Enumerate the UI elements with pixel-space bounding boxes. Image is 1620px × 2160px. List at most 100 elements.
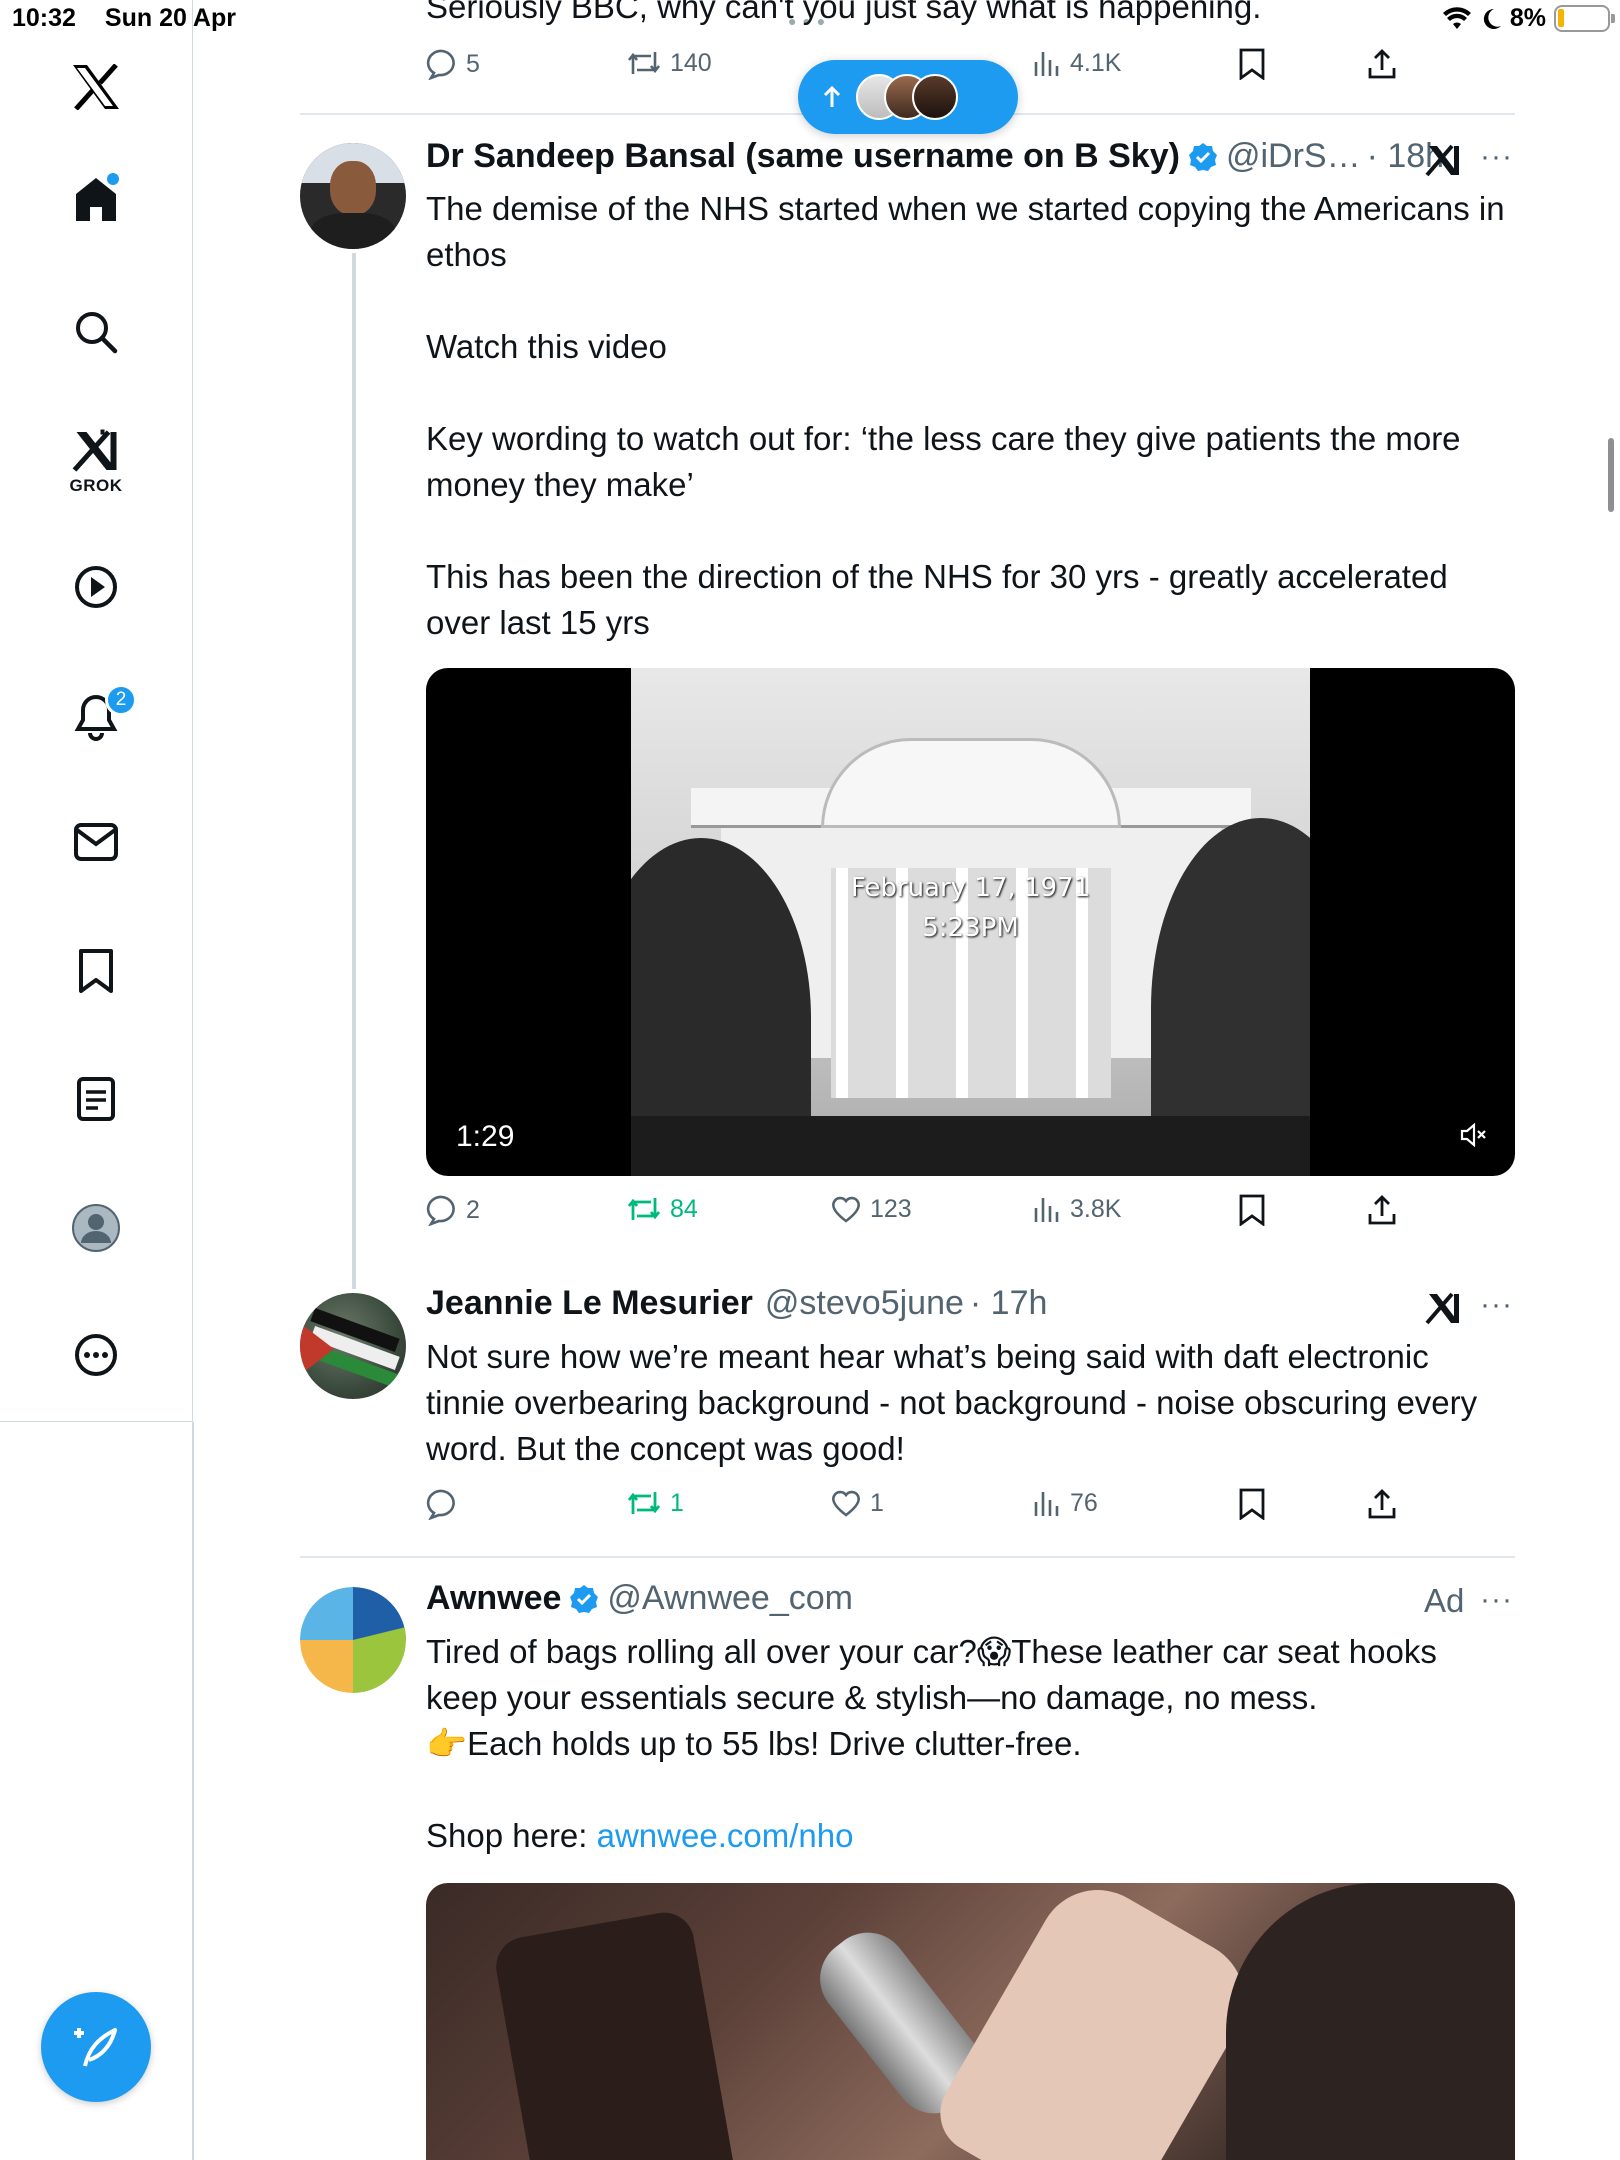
tweet-paragraph: Watch this video: [426, 328, 667, 365]
reply-icon: [426, 49, 455, 80]
caption-time: 5:23PM: [922, 913, 1019, 943]
home-new-dot: [107, 173, 119, 185]
search-icon[interactable]: [74, 310, 118, 354]
avatar[interactable]: [300, 143, 406, 249]
grok-icon[interactable]: [1424, 142, 1462, 178]
moon-icon: [1483, 8, 1501, 29]
more-options-icon[interactable]: ···: [1480, 1583, 1513, 1617]
tweet-body: Tired of bags rolling all over your car?…: [426, 1629, 1516, 1859]
more-options-icon[interactable]: ···: [1480, 1288, 1513, 1322]
shop-prefix: Shop here:: [426, 1817, 597, 1854]
battery-icon: [1554, 5, 1615, 32]
reply-button[interactable]: 2: [426, 1194, 480, 1226]
views-icon: [1034, 52, 1059, 76]
like-button[interactable]: 1: [830, 1488, 884, 1518]
heart-icon: [832, 1196, 860, 1223]
profile-icon[interactable]: [71, 1203, 121, 1253]
like-count: 123: [870, 1194, 912, 1223]
author-name[interactable]: Dr Sandeep Bansal (same username on B Sk…: [426, 137, 1180, 176]
notifications-badge: 2: [105, 684, 137, 716]
retweet-count: 84: [670, 1194, 698, 1223]
avatar[interactable]: [300, 1293, 406, 1399]
verified-icon: [570, 1584, 599, 1613]
bookmark-icon: [1239, 1194, 1265, 1226]
retweet-button[interactable]: 1: [626, 1488, 684, 1518]
video-duration: 1:29: [456, 1120, 515, 1153]
bookmark-icon[interactable]: [77, 948, 115, 994]
views-icon: [1034, 1492, 1059, 1516]
share-button[interactable]: [1366, 1194, 1398, 1226]
compose-icon: [74, 2028, 117, 2067]
retweet-button[interactable]: 140: [626, 48, 712, 78]
divider: [300, 1556, 1515, 1558]
retweet-button[interactable]: 84: [626, 1194, 698, 1224]
tweet-header: Dr Sandeep Bansal (same username on B Sk…: [426, 137, 1444, 176]
ad-video[interactable]: [426, 1883, 1515, 2160]
retweet-icon: [627, 1492, 661, 1514]
more-icon[interactable]: [73, 1332, 119, 1378]
pill-avatar: [912, 74, 958, 120]
grok-icon[interactable]: [1424, 1290, 1462, 1326]
author-name[interactable]: Jeannie Le Mesurier: [426, 1284, 753, 1323]
retweet-icon: [627, 52, 661, 74]
views-count: 3.8K: [1070, 1194, 1122, 1223]
x-logo-icon[interactable]: [71, 64, 121, 110]
mute-icon[interactable]: [1459, 1122, 1489, 1148]
home-icon[interactable]: [73, 173, 119, 223]
bookmark-button[interactable]: [1238, 48, 1266, 80]
like-count: 1: [870, 1488, 884, 1517]
sidebar-border: [192, 1422, 194, 2160]
tweet-paragraph: The demise of the NHS started when we st…: [426, 190, 1505, 273]
tweet-body: Not sure how we’re meant hear what’s bei…: [426, 1338, 1478, 1467]
views-icon: [1034, 1198, 1059, 1222]
author-handle[interactable]: @stevo5june: [765, 1284, 964, 1323]
compose-button[interactable]: [41, 1992, 151, 2102]
tweet-paragraph: This has been the direction of the NHS f…: [426, 558, 1448, 641]
video-icon[interactable]: [73, 564, 119, 610]
sidebar: GROK 2: [0, 0, 193, 1422]
grok-icon[interactable]: GROK: [70, 428, 123, 496]
reply-icon: [426, 1195, 455, 1226]
bookmark-button[interactable]: [1238, 1488, 1266, 1520]
views-button[interactable]: 4.1K: [1032, 48, 1121, 78]
reply-button[interactable]: [426, 1488, 458, 1520]
awnwee-logo-icon: [300, 1587, 406, 1693]
tweet-time[interactable]: · 17h: [970, 1284, 1048, 1323]
status-bar-right: 8%: [1442, 4, 1615, 33]
ad-line: Tired of bags rolling all over your car?…: [426, 1633, 1437, 1716]
tweet-header: Jeannie Le Mesurier @stevo5june · 17h: [426, 1284, 1047, 1323]
heart-icon: [832, 1490, 860, 1517]
thread-line: [352, 253, 356, 1289]
grok-label: GROK: [69, 476, 123, 495]
shop-link[interactable]: awnwee.com/nho: [597, 1817, 854, 1854]
reply-button[interactable]: 5: [426, 48, 480, 80]
views-count: 4.1K: [1070, 48, 1122, 77]
reply-count: 5: [466, 49, 480, 78]
author-handle[interactable]: @iDrS…: [1226, 137, 1361, 176]
video-player[interactable]: February 17, 1971 5:23PM 1:29: [426, 668, 1515, 1176]
arrow-up-icon: [823, 85, 841, 107]
new-posts-pill[interactable]: [798, 60, 1018, 134]
reply-icon: [426, 1489, 455, 1520]
bookmark-button[interactable]: [1238, 1194, 1266, 1226]
share-button[interactable]: [1366, 1488, 1398, 1520]
wifi-icon: [1442, 6, 1471, 29]
bell-icon[interactable]: 2: [73, 684, 137, 742]
mail-icon[interactable]: [73, 822, 119, 862]
avatar[interactable]: [300, 1587, 406, 1693]
like-button[interactable]: 123: [830, 1194, 912, 1224]
share-button[interactable]: [1366, 48, 1398, 80]
video-frame: February 17, 1971 5:23PM: [631, 668, 1310, 1176]
views-button[interactable]: 76: [1032, 1488, 1098, 1518]
bookmark-icon: [1239, 48, 1265, 80]
scrollbar[interactable]: [1608, 438, 1614, 512]
views-button[interactable]: 3.8K: [1032, 1194, 1121, 1224]
author-name[interactable]: Awnwee: [426, 1579, 561, 1618]
author-handle[interactable]: @Awnwee_com: [607, 1579, 853, 1618]
retweet-icon: [627, 1198, 661, 1220]
reply-count: 2: [466, 1195, 480, 1224]
list-icon[interactable]: [76, 1076, 116, 1122]
tweet-body: The demise of the NHS started when we st…: [426, 186, 1516, 646]
more-options-icon[interactable]: ···: [1480, 140, 1513, 174]
caption-date: February 17, 1971: [850, 873, 1091, 903]
